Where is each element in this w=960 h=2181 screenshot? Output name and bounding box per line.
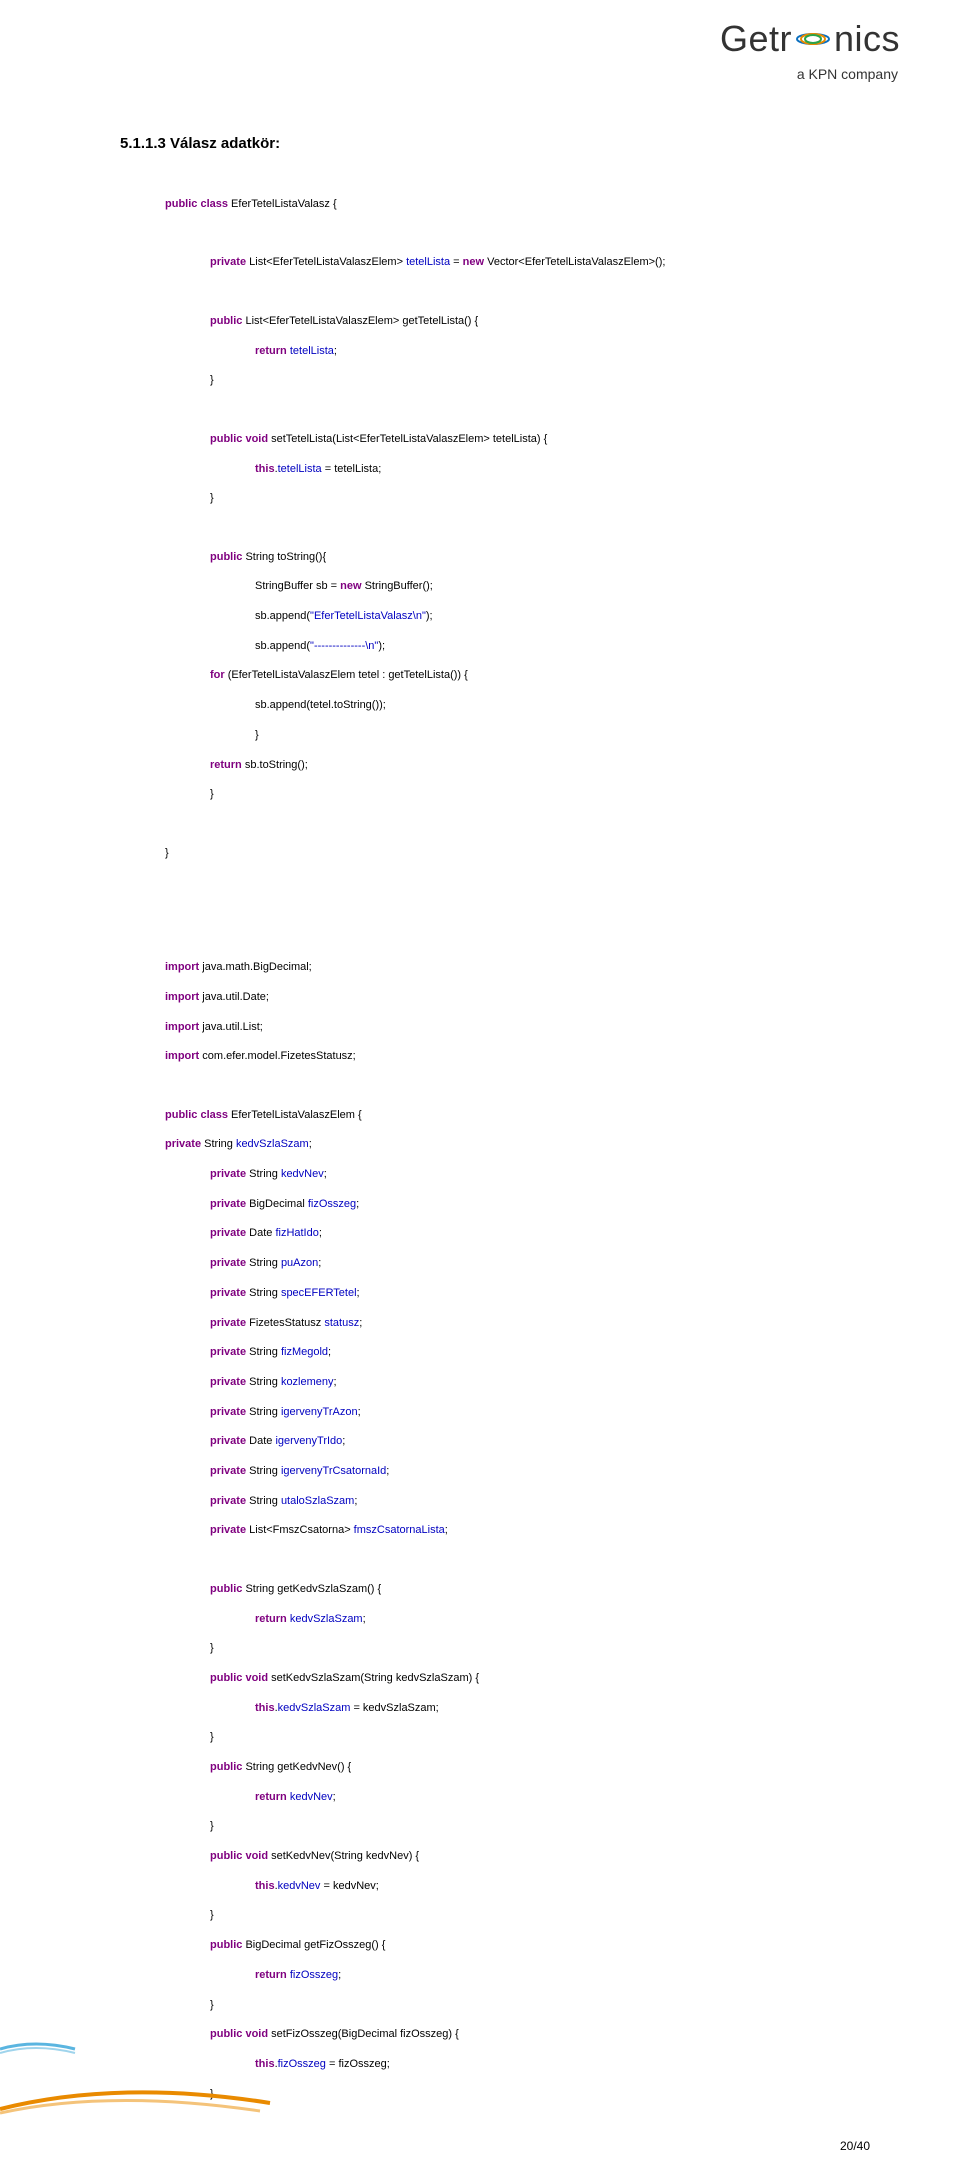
logo-burst-icon (795, 21, 831, 57)
logo-text-right: nics (834, 18, 900, 60)
logo: Getr nics a KPN company (720, 18, 900, 82)
logo-text-left: Getr (720, 18, 792, 60)
footer-swoosh-icon (0, 2031, 280, 2121)
code-block-1: public class EferTetelListaValasz { priv… (165, 182, 870, 890)
section-heading: 5.1.1.3 Válasz adatkör: (120, 135, 870, 152)
page-number: 20/40 (840, 2139, 870, 2153)
logo-main: Getr nics (720, 18, 900, 60)
logo-sub: a KPN company (720, 66, 898, 82)
code-block-2: import java.math.BigDecimal; import java… (165, 945, 870, 2131)
